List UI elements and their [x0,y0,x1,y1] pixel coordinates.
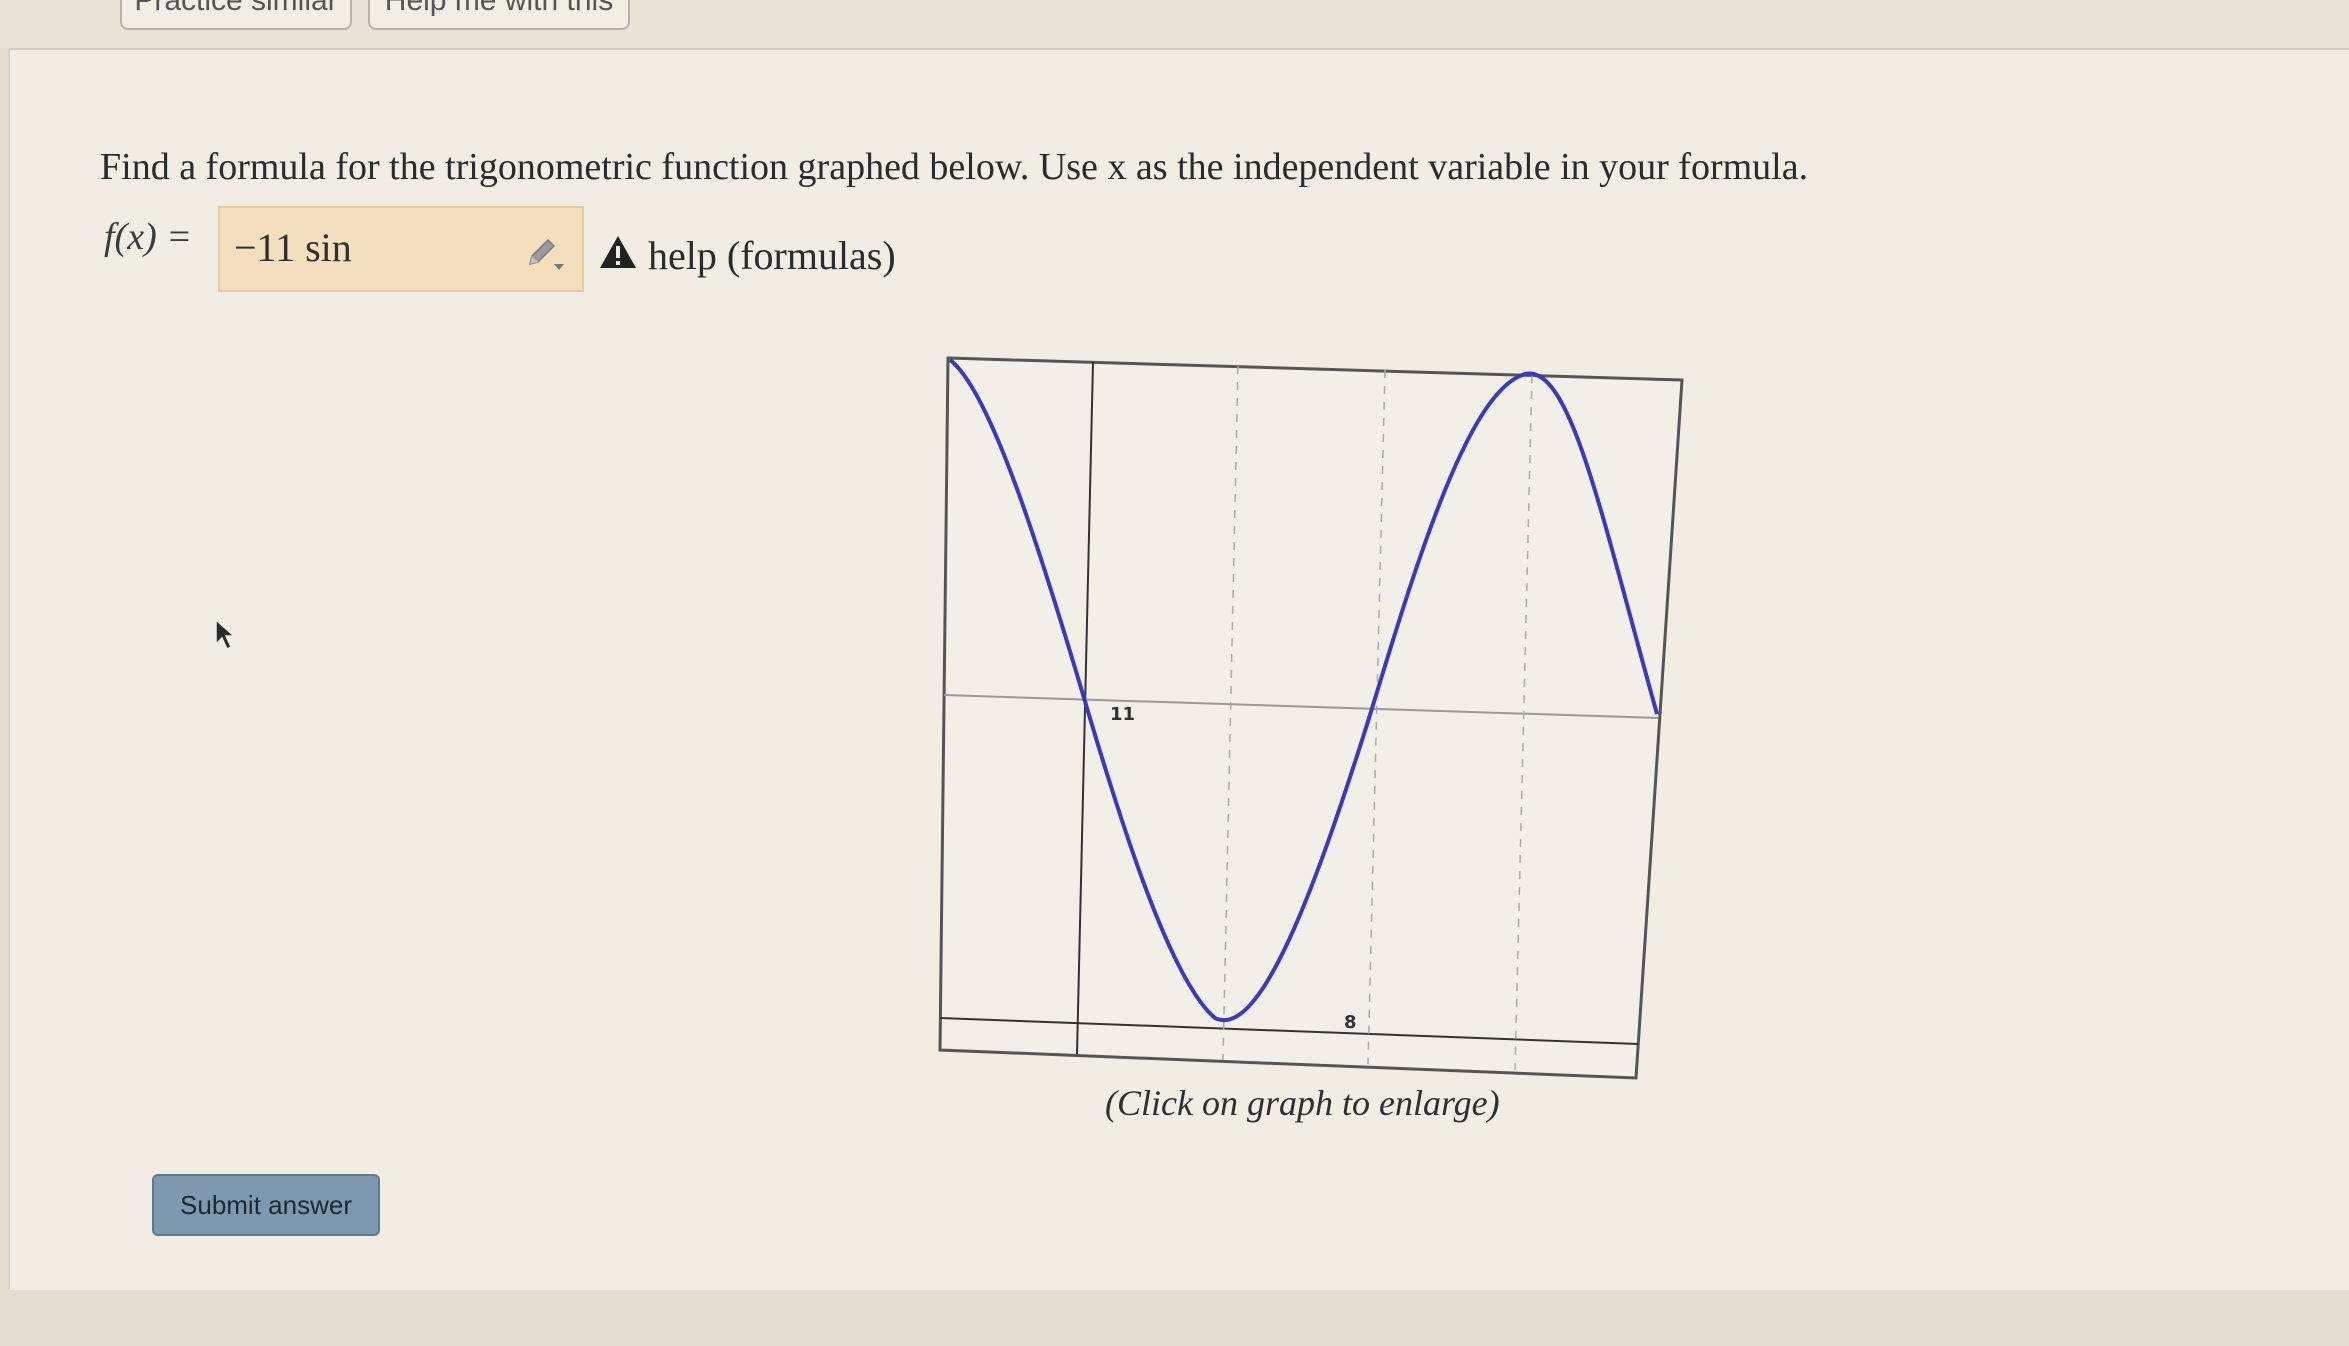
answer-value: −11 sin [234,225,352,270]
help-formulas-link[interactable]: help (formulas) [648,232,896,279]
y-axis-label: 11 [1110,704,1135,725]
graph-caption: (Click on graph to enlarge) [1105,1083,1500,1123]
practice-similar-button[interactable]: Practice similar [120,0,352,30]
submit-answer-button[interactable]: Submit answer [152,1174,380,1236]
problem-statement: Find a formula for the trigonometric fun… [100,146,1809,188]
function-label: f(x) = [104,216,192,258]
top-toolbar [0,0,2349,48]
footer-area [0,1290,2349,1346]
warning-icon [600,236,636,268]
pencil-icon[interactable] [524,234,568,274]
function-graph[interactable]: 11 8 [930,350,1690,1080]
graph-frame [938,356,1684,1080]
left-gutter [0,48,8,1290]
x-axis-label: 8 [1344,1012,1357,1033]
help-me-button[interactable]: Help me with this [368,0,630,30]
cursor-icon [215,618,236,651]
